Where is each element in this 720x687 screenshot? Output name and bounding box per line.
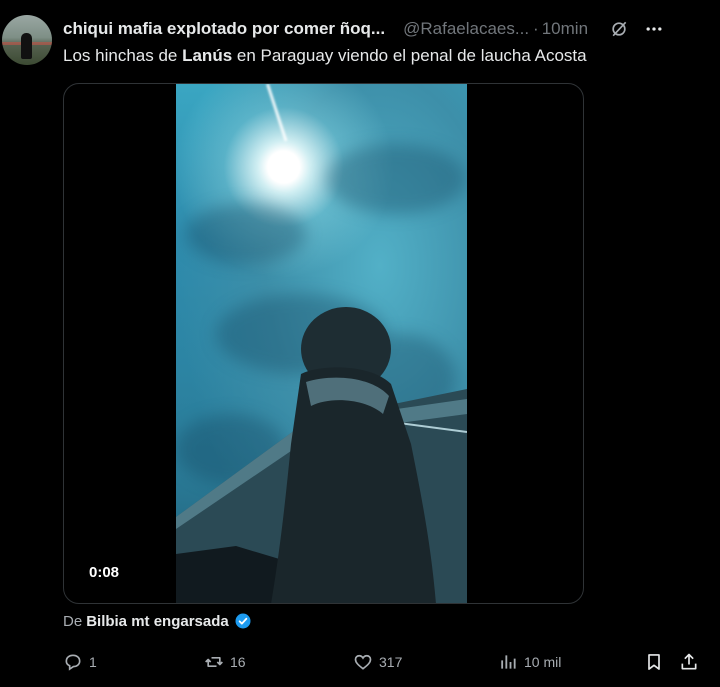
source-prefix: De bbox=[63, 612, 83, 630]
author-avatar[interactable] bbox=[2, 15, 52, 65]
more-icon[interactable] bbox=[642, 18, 666, 40]
repost-icon bbox=[205, 657, 223, 667]
grok-icon[interactable] bbox=[608, 18, 630, 40]
bookmark-icon bbox=[648, 654, 660, 670]
post-text-team: Lanús bbox=[182, 46, 233, 65]
post-text: Los hinchas de Lanús en Paraguay viendo … bbox=[63, 45, 587, 67]
video-player[interactable]: 0:08 bbox=[63, 83, 584, 604]
like-icon bbox=[354, 654, 372, 670]
repost-count: 16 bbox=[230, 654, 246, 670]
post-time[interactable]: 10min bbox=[542, 19, 588, 39]
separator-dot: · bbox=[533, 19, 539, 38]
author-name[interactable]: chiqui mafia explotado por comer ñoq... bbox=[63, 19, 385, 39]
reply-icon bbox=[65, 654, 81, 671]
verified-badge-icon bbox=[235, 613, 251, 629]
author-handle[interactable]: @Rafaelacaes... bbox=[403, 19, 529, 39]
share-button[interactable] bbox=[679, 648, 699, 676]
video-frame bbox=[176, 84, 467, 603]
post-text-start: Los hinchas de bbox=[63, 46, 183, 65]
post-text-end: en Paraguay viendo el penal de laucha Ac… bbox=[232, 46, 587, 65]
share-icon bbox=[681, 653, 697, 670]
reply-count: 1 bbox=[89, 654, 97, 670]
post-header: chiqui mafia explotado por comer ñoq... … bbox=[63, 17, 713, 41]
views-count: 10 mil bbox=[524, 654, 562, 670]
action-bar: 1 16 317 10 mil bbox=[63, 648, 713, 676]
post[interactable]: chiqui mafia explotado por comer ñoq... … bbox=[0, 0, 720, 687]
views-button[interactable]: 10 mil bbox=[498, 648, 561, 676]
like-count: 317 bbox=[379, 654, 403, 670]
like-button[interactable]: 317 bbox=[353, 648, 402, 676]
repost-button[interactable]: 16 bbox=[204, 648, 246, 676]
reply-button[interactable]: 1 bbox=[63, 648, 97, 676]
views-icon bbox=[501, 655, 516, 669]
bookmark-button[interactable] bbox=[644, 648, 664, 676]
spectator-silhouette bbox=[271, 307, 436, 603]
video-duration: 0:08 bbox=[89, 564, 120, 581]
avatar-figure bbox=[21, 33, 32, 59]
source-account-name[interactable]: Bilbia mt engarsada bbox=[86, 613, 229, 630]
video-source-attribution: De Bilbia mt engarsada bbox=[63, 612, 252, 630]
